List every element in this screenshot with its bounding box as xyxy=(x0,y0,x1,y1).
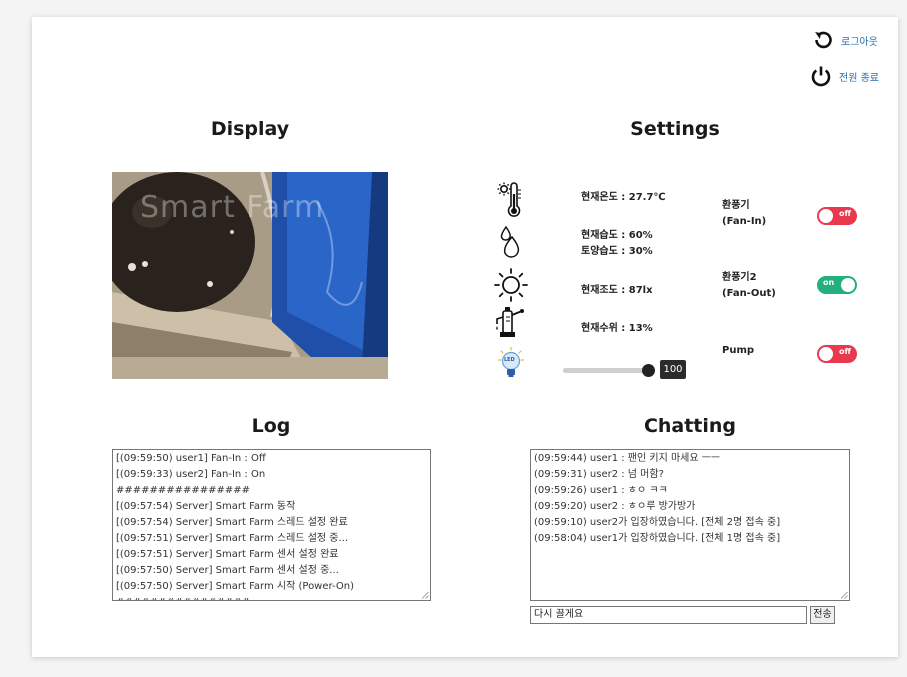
chatting-line: (09:59:31) user2 : 넘 머함? xyxy=(534,469,664,480)
temperature-reading: 현재온도 : 27.7℃ xyxy=(581,192,666,203)
pump-label: Pump xyxy=(722,345,755,356)
chatting-line: (09:59:44) user1 : 팬인 키지 마세요 ㅡㅡ xyxy=(534,453,721,464)
log-line: [(09:59:50) user1] Fan-In : Off xyxy=(116,453,266,464)
water-level-reading: 현재수위 : 13% xyxy=(581,323,653,334)
log-line: [(09:57:50) Server] Smart Farm 시작 (Power… xyxy=(116,581,354,592)
soil-moisture-reading: 토양습도 : 30% xyxy=(581,246,653,257)
fan-in-label-line2: (Fan-In) xyxy=(722,216,767,227)
fan-out-toggle[interactable]: on xyxy=(817,276,857,294)
log-title: Log xyxy=(251,415,291,437)
chat-input[interactable]: 다시 끌게요 xyxy=(530,606,807,624)
fan-in-toggle[interactable]: off xyxy=(817,207,857,225)
settings-title: Settings xyxy=(630,118,720,140)
chatting-line: (09:59:10) user2가 입장하였습니다. [전체 2명 접속 중] xyxy=(534,517,781,528)
chat-textarea[interactable]: (09:59:44) user1 : 팬인 키지 마세요 ㅡㅡ (09:59:31… xyxy=(530,449,850,601)
fan-out-label-line1: 환풍기2 xyxy=(722,272,757,283)
resize-handle-icon[interactable] xyxy=(840,591,848,599)
log-line: [(09:57:50) Server] Smart Farm 센서 설정 중..… xyxy=(116,565,339,576)
sun-icon xyxy=(494,268,528,302)
illuminance-reading: 현재조도 : 87lx xyxy=(581,285,653,296)
log-line: [(09:59:33) user2] Fan-In : On xyxy=(116,469,266,480)
pump-state: off xyxy=(839,347,851,356)
log-line: [(09:57:54) Server] Smart Farm 동작 xyxy=(116,501,296,512)
led-brightness-value: 100 xyxy=(660,360,686,379)
fan-out-label-line2: (Fan-Out) xyxy=(722,288,776,299)
send-button[interactable]: 전송 xyxy=(810,606,835,624)
log-line: [(09:57:54) Server] Smart Farm 스레드 설정 완료 xyxy=(116,517,348,528)
resize-handle-icon[interactable] xyxy=(421,591,429,599)
log-line: [(09:57:51) Server] Smart Farm 센서 설정 완료 xyxy=(116,549,339,560)
chatting-line: (09:59:20) user2 : ㅎㅇ루 방가방가 xyxy=(534,501,696,512)
fan-in-label: 환풍기 (Fan-In) xyxy=(722,198,766,230)
fan-out-state: on xyxy=(823,278,835,287)
display-title: Display xyxy=(210,118,290,140)
fan-in-state: off xyxy=(839,209,851,218)
camera-feed-image: Smart Farm xyxy=(112,172,388,379)
chatting-line: (09:59:26) user1 : ㅎㅇ ㅋㅋ xyxy=(534,485,668,496)
refresh-icon xyxy=(815,31,832,49)
chat-lines: (09:59:44) user1 : 팬인 키지 마세요 ㅡㅡ (09:59:31… xyxy=(531,450,849,547)
slider-fill xyxy=(563,368,649,373)
camera-watermark: Smart Farm xyxy=(140,190,325,225)
shutdown-label: 전원 종료 xyxy=(839,72,879,84)
main-card: 로그아웃 전원 종료 Display Settings Log Chatting xyxy=(32,17,898,657)
log-line: [(09:57:51) Server] Smart Farm 스레드 설정 중.… xyxy=(116,533,349,544)
toggle-knob xyxy=(819,209,833,223)
log-line: ################ xyxy=(116,485,251,496)
led-icon-text: LED xyxy=(504,357,515,363)
shutdown-button[interactable]: 전원 종료 xyxy=(809,64,879,88)
power-icon xyxy=(811,66,831,87)
chatting-line: (09:58:04) user1가 입장하였습니다. [전체 1명 접속 중] xyxy=(534,533,781,544)
log-textarea[interactable]: [(09:59:50) user1] Fan-In : Off [(09:59:3… xyxy=(112,449,431,601)
fan-in-label-line1: 환풍기 xyxy=(722,200,750,211)
toggle-knob xyxy=(841,278,855,292)
water-drops-icon xyxy=(500,225,520,258)
toggle-knob xyxy=(819,347,833,361)
pump-toggle[interactable]: off xyxy=(817,345,857,363)
led-brightness-slider[interactable] xyxy=(563,364,655,377)
logout-button[interactable]: 로그아웃 xyxy=(811,28,878,52)
humidity-reading: 현재습도 : 60% xyxy=(581,230,653,241)
water-pump-icon xyxy=(496,307,524,337)
log-lines: [(09:59:50) user1] Fan-In : Off [(09:59:3… xyxy=(113,450,430,600)
led-bulb-icon: LED xyxy=(498,347,524,379)
fan-out-label: 환풍기2 (Fan-Out) xyxy=(722,270,776,302)
slider-thumb[interactable] xyxy=(642,364,655,377)
chatting-title: Chatting xyxy=(643,415,737,437)
thermometer-sun-icon xyxy=(497,182,521,217)
logout-label: 로그아웃 xyxy=(841,36,878,48)
log-line: ################ xyxy=(113,595,430,600)
